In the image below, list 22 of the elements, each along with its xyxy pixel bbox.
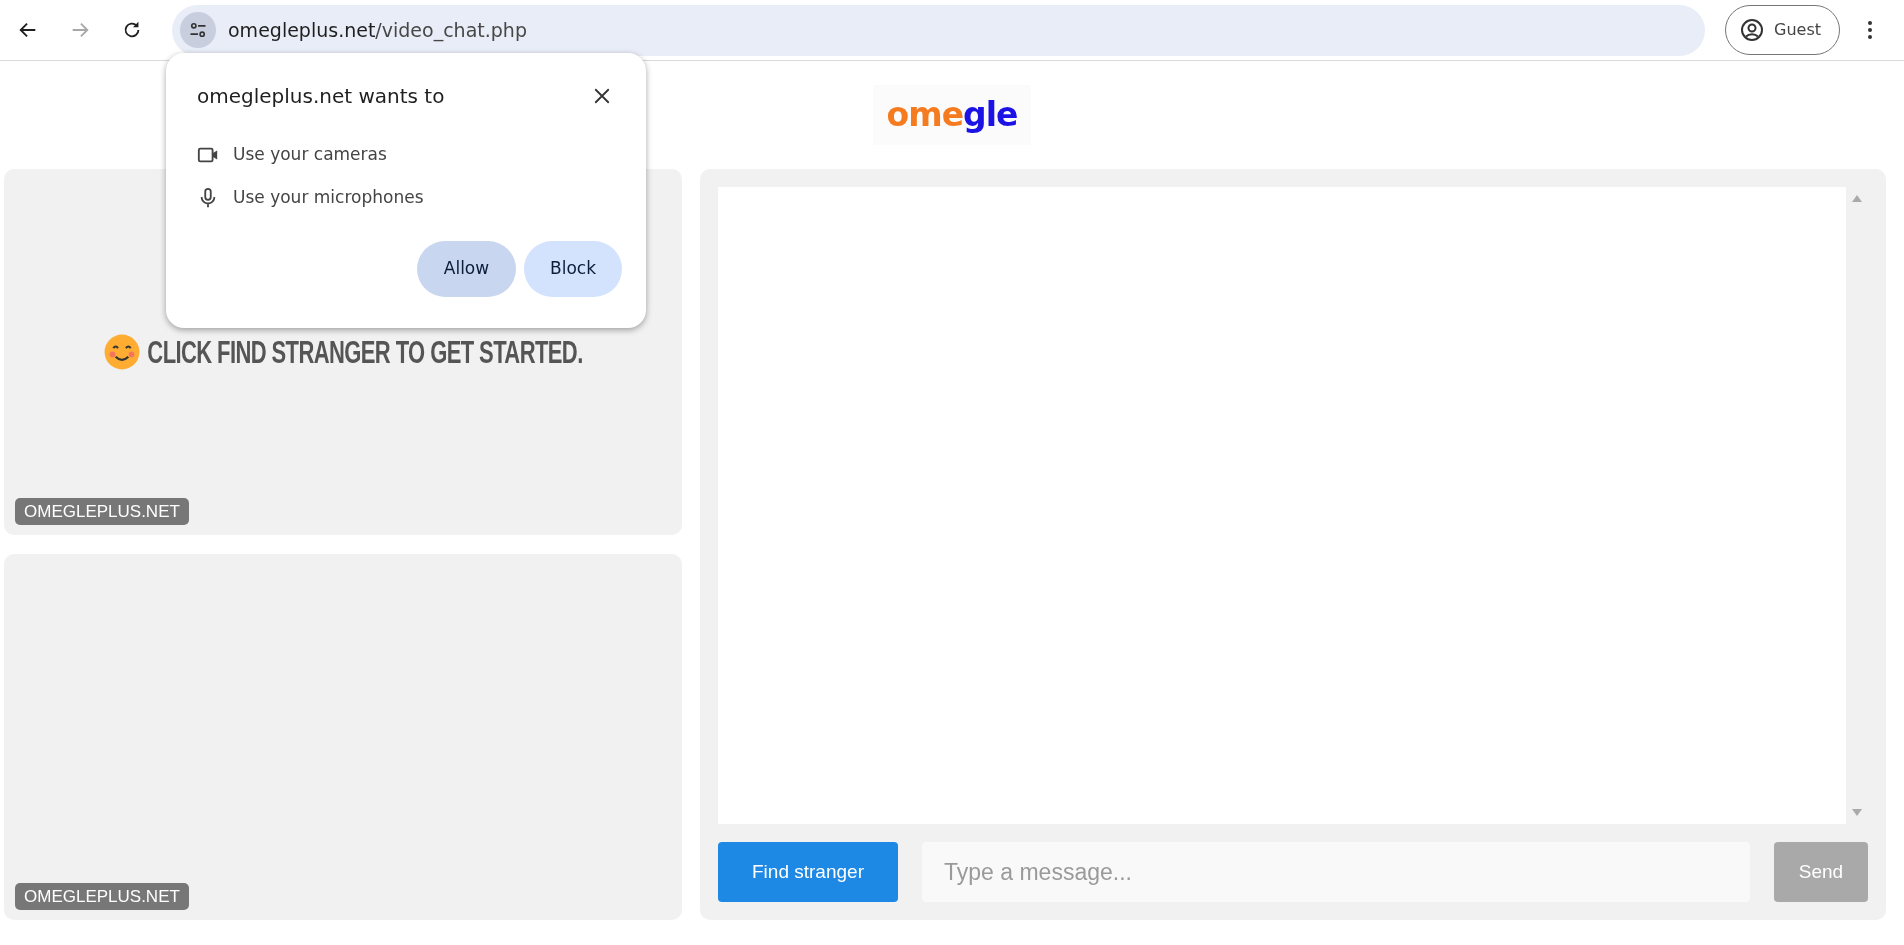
permission-button[interactable]: Block <box>524 241 622 297</box>
popup-title: omegleplus.net wants to <box>197 83 445 110</box>
scroll-up-icon[interactable] <box>1852 195 1862 202</box>
profile-button[interactable]: Guest <box>1725 5 1840 55</box>
url-text: omegleplus.net/video_chat.php <box>228 17 527 44</box>
permission-text: Use your cameras <box>233 142 387 166</box>
permission-text: Use your microphones <box>233 185 424 209</box>
address-bar[interactable]: omegleplus.net/video_chat.php <box>172 4 1705 56</box>
omegle-logo: omegle <box>873 85 1031 145</box>
start-message: CLICK FIND STRANGER TO GET STARTED. <box>147 332 583 373</box>
profile-icon <box>1740 18 1764 42</box>
find-stranger-button[interactable]: Find stranger <box>718 842 898 902</box>
close-icon <box>593 87 611 105</box>
menu-icon <box>1868 21 1872 39</box>
site-settings-button[interactable] <box>180 12 216 48</box>
site-label: OMEGLEPLUS.NET <box>15 497 189 525</box>
site-label: OMEGLEPLUS.NET <box>15 882 189 910</box>
sliders-icon <box>188 20 208 40</box>
smiley-icon <box>103 333 142 371</box>
message-input[interactable]: Type a message... <box>922 842 1750 902</box>
scroll-down-icon[interactable] <box>1852 809 1862 816</box>
permission-button[interactable]: Allow <box>417 241 516 297</box>
